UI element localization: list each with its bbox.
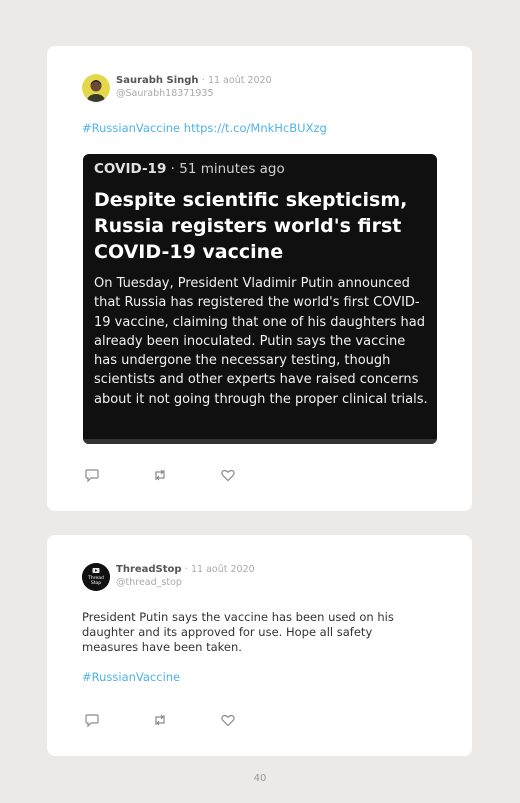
hashtag-link[interactable]: #RussianVaccine <box>82 121 180 135</box>
retweet-icon[interactable] <box>152 712 168 728</box>
avatar-text-line2: Stop <box>91 580 101 586</box>
author-handle[interactable]: @Saurabh18371935 <box>116 87 272 100</box>
like-icon[interactable] <box>220 712 236 728</box>
tweet-hashtags: #RussianVaccine <box>82 670 432 685</box>
news-embed-card[interactable]: COVID-19 · 51 minutes ago Despite scient… <box>83 154 437 444</box>
embed-topic-line: COVID-19 · 51 minutes ago <box>94 161 285 177</box>
tweet-header: Saurabh Singh · 11 août 2020 @Saurabh183… <box>82 74 272 102</box>
tweet-card: Saurabh Singh · 11 août 2020 @Saurabh183… <box>47 46 472 511</box>
tweet-actions <box>84 712 288 728</box>
tweet-text: President Putin says the vaccine has bee… <box>82 610 394 654</box>
separator: · <box>184 564 188 575</box>
reply-icon[interactable] <box>84 467 100 483</box>
author-name[interactable]: ThreadStop <box>116 564 182 575</box>
embed-topic: COVID-19 <box>94 161 167 177</box>
retweet-icon[interactable] <box>152 467 168 483</box>
tweet-text: #RussianVaccine https://t.co/MnkHcBUXzg <box>82 121 432 136</box>
page-number: 40 <box>253 773 267 784</box>
hashtag-link[interactable]: #RussianVaccine <box>82 670 180 684</box>
embed-headline: Despite scientific skepticism, Russia re… <box>94 189 408 263</box>
like-icon[interactable] <box>220 467 236 483</box>
embed-time: 51 minutes ago <box>179 161 285 177</box>
tweet-date[interactable]: 11 août 2020 <box>208 75 272 86</box>
reply-icon[interactable] <box>84 712 100 728</box>
avatar[interactable] <box>82 74 110 102</box>
author-name[interactable]: Saurabh Singh <box>116 75 199 86</box>
url-link[interactable]: https://t.co/MnkHcBUXzg <box>184 121 327 135</box>
tweet-header: Thread Stop ThreadStop · 11 août 2020 @t… <box>82 563 255 591</box>
separator: · <box>201 75 205 86</box>
embed-separator: · <box>170 161 175 177</box>
author-handle[interactable]: @thread_stop <box>116 576 255 589</box>
tweet-card: Thread Stop ThreadStop · 11 août 2020 @t… <box>47 535 472 756</box>
tweet-actions <box>84 467 288 483</box>
avatar[interactable]: Thread Stop <box>82 563 110 591</box>
tweet-date[interactable]: 11 août 2020 <box>191 564 255 575</box>
embed-body: On Tuesday, President Vladimir Putin ann… <box>94 276 428 407</box>
embed-divider <box>83 439 437 444</box>
